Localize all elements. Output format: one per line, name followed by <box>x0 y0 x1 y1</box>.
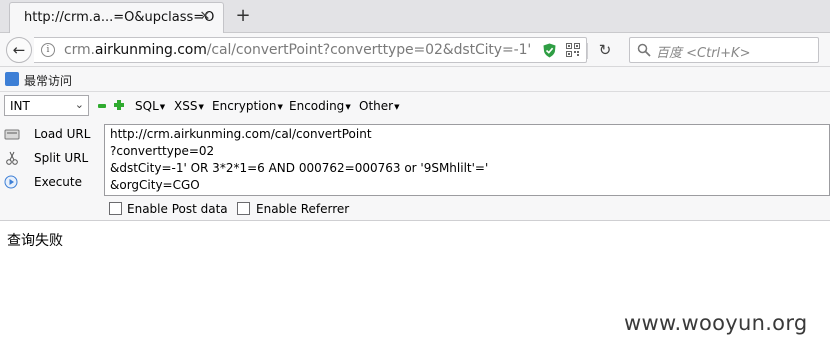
split-url-button[interactable]: Split URL <box>0 147 100 169</box>
new-tab-button[interactable]: + <box>232 5 254 27</box>
navigation-bar: ← i crm.airkunming.com/cal/convertPoint?… <box>0 33 830 67</box>
url-textarea[interactable]: http://crm.airkunming.com/cal/convertPoi… <box>104 124 830 196</box>
play-icon <box>4 175 18 189</box>
menu-sql[interactable]: SQL▼ <box>135 99 165 113</box>
hackbar-toolbar: INT ⌄ SQL▼ XSS▼ Encryption▼ Encoding▼ Ot… <box>0 92 830 120</box>
scissors-icon <box>6 151 18 165</box>
shield-icon[interactable] <box>543 43 556 58</box>
execute-button[interactable]: Execute <box>0 171 100 193</box>
result-text: 查询失败 <box>7 233 63 249</box>
type-select[interactable]: INT ⌄ <box>4 95 89 116</box>
menu-encoding[interactable]: Encoding▼ <box>289 99 351 113</box>
qr-code-icon[interactable] <box>566 43 580 57</box>
tab-strip: http://crm.a...=O&upclass=O ✕ + <box>0 0 830 33</box>
search-icon <box>637 43 651 57</box>
address-bar[interactable]: i crm.airkunming.com/cal/convertPoint?co… <box>34 37 587 63</box>
browser-tab[interactable]: http://crm.a...=O&upclass=O ✕ <box>9 2 224 33</box>
bookmarks-bar: 最常访问 <box>0 67 830 92</box>
menu-xss[interactable]: XSS▼ <box>174 99 204 113</box>
enable-post-label: Enable Post data <box>127 202 228 216</box>
load-url-button[interactable]: Load URL <box>0 123 100 145</box>
url-line: http://crm.airkunming.com/cal/convertPoi… <box>110 127 372 141</box>
info-icon[interactable]: i <box>41 43 55 57</box>
menu-encryption[interactable]: Encryption▼ <box>212 99 283 113</box>
close-icon[interactable]: ✕ <box>197 9 213 25</box>
load-icon <box>4 129 20 140</box>
bookmark-most-visited[interactable]: 最常访问 <box>24 72 72 89</box>
watermark: www.wooyun.org <box>624 311 808 335</box>
toolbar-divider <box>587 43 588 59</box>
enable-referrer-checkbox[interactable] <box>237 202 250 215</box>
url-line: &dstCity=-1' OR 3*2*1=6 AND 000762=00076… <box>110 161 489 175</box>
enable-referrer-label: Enable Referrer <box>256 202 350 216</box>
enable-post-checkbox[interactable] <box>109 202 122 215</box>
increase-icon[interactable] <box>114 100 124 110</box>
search-input[interactable]: 百度 <Ctrl+K> <box>629 37 819 63</box>
bookmark-folder-icon <box>5 72 19 86</box>
url-line: &orgCity=CGO <box>110 178 200 192</box>
address-text: crm.airkunming.com/cal/convertPoint?conv… <box>64 42 532 58</box>
menu-other[interactable]: Other▼ <box>359 99 399 113</box>
decrease-icon[interactable] <box>98 104 106 108</box>
hackbar-panel: Load URL Split URL Execute http://crm.ai… <box>0 120 830 221</box>
search-placeholder: 百度 <Ctrl+K> <box>656 46 751 61</box>
url-line: ?converttype=02 <box>110 144 215 158</box>
tab-title: http://crm.a...=O&upclass=O <box>24 10 215 25</box>
back-button[interactable]: ← <box>6 37 32 63</box>
type-select-value: INT <box>10 99 30 113</box>
reload-icon[interactable]: ↻ <box>596 41 614 59</box>
chevron-down-icon: ⌄ <box>74 98 84 111</box>
